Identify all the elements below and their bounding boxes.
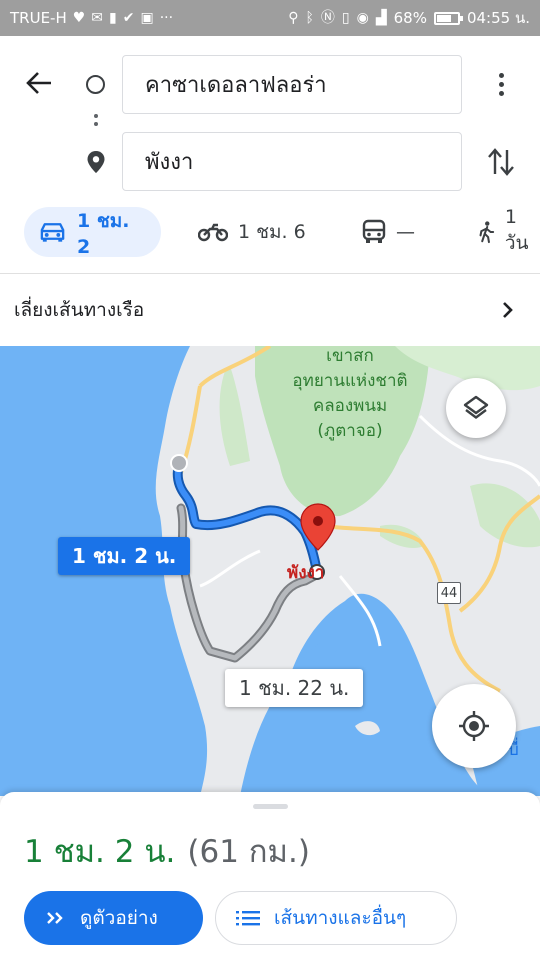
location-icon: ⚲ <box>288 10 299 26</box>
mode-car[interactable]: 1 ชม. 2 <box>24 207 161 258</box>
arrow-back-icon <box>26 72 51 94</box>
my-location-button[interactable] <box>432 684 516 768</box>
mode-walk[interactable]: 1 วัน <box>478 206 540 257</box>
destination-pin-icon <box>87 151 105 173</box>
park-label-line: อุทยานแห่งชาติ <box>292 371 408 391</box>
clock: 04:55 น. <box>466 9 530 27</box>
route-summary: 1 ชม. 2 น. (61 กม.) <box>24 826 310 876</box>
route-start-marker <box>170 454 188 472</box>
drag-handle[interactable] <box>253 804 288 809</box>
route-distance: (61 กม.) <box>187 834 310 870</box>
double-chevron-icon <box>47 912 63 924</box>
list-icon <box>236 911 260 926</box>
my-location-icon <box>459 711 489 741</box>
more-options-button[interactable] <box>488 66 514 102</box>
alt-route-time[interactable]: 1 ชม. 22 น. <box>225 669 364 707</box>
layers-icon <box>463 395 489 419</box>
route-connector-icon <box>94 114 98 132</box>
mode-transit-label: — <box>396 221 415 243</box>
walk-icon <box>479 221 495 244</box>
park-label: เขาสก อุทยานแห่งชาติ คลองพนม (ภูตาจอ) <box>270 346 430 444</box>
preview-button-label: ดูตัวอย่าง <box>80 907 158 929</box>
route-duration: 1 ชม. 2 น. <box>24 834 176 870</box>
nfc-icon: Ⓝ <box>320 10 335 26</box>
mode-motorcycle-label: 1 ชม. 6 <box>238 221 306 243</box>
preview-button[interactable]: ดูตัวอย่าง <box>24 891 203 945</box>
park-label-line: คลองพนม <box>312 396 388 416</box>
swap-icon[interactable] <box>486 146 516 178</box>
more-icon: ··· <box>159 10 174 26</box>
back-button[interactable] <box>22 66 56 100</box>
park-label-line: (ภูตาจอ) <box>317 421 383 441</box>
eye-icon: ◉ <box>356 10 369 26</box>
mail-icon: ✉ <box>91 10 104 26</box>
route-shield: 44 <box>437 582 461 604</box>
heart-monitor-icon: ♥ <box>72 10 86 26</box>
battery-level <box>436 14 451 22</box>
destination-field[interactable]: พังงา <box>122 132 462 191</box>
motorcycle-icon <box>198 223 228 242</box>
mode-motorcycle[interactable]: 1 ชม. 6 <box>198 207 306 257</box>
bluetooth-icon: ᛒ <box>305 10 314 26</box>
mode-walk-label: 1 วัน <box>504 206 529 254</box>
origin-icon <box>86 75 105 94</box>
origin-field[interactable]: คาซาเดอลาฟลอร่า <box>122 55 462 114</box>
map-view[interactable]: เขาสก อุทยานแห่งชาติ คลองพนม (ภูตาจอ) พั… <box>0 346 540 796</box>
signal-icon: ▟ <box>375 10 387 26</box>
mode-transit[interactable]: — <box>362 207 415 257</box>
carrier-label: TRUE-H <box>10 9 67 27</box>
divider <box>0 273 540 274</box>
chevron-right-icon <box>503 302 513 318</box>
battery-icon <box>433 11 463 25</box>
primary-route-time[interactable]: 1 ชม. 2 น. <box>58 537 191 575</box>
mode-car-label: 1 ชม. 2 <box>77 210 130 258</box>
avoid-ferries-label: เลี่ยงเส้นทางเรือ <box>14 299 145 321</box>
store-icon: ▣ <box>140 10 154 26</box>
steps-button[interactable]: เส้นทางและอื่นๆ <box>215 891 457 945</box>
route-summary-sheet[interactable]: 1 ชม. 2 น. (61 กม.) ดูตัวอย่าง เส้นทางแล… <box>0 792 540 960</box>
car-icon <box>40 223 65 242</box>
vibrate-icon: ▯ <box>341 10 350 26</box>
check-icon: ✔ <box>122 10 135 26</box>
layers-button[interactable] <box>446 378 506 438</box>
bus-icon <box>362 219 386 243</box>
battery-saver-icon: ▮ <box>109 10 117 26</box>
avoid-ferries-row[interactable]: เลี่ยงเส้นทางเรือ <box>0 275 540 345</box>
park-label-line: เขาสก <box>326 346 374 366</box>
steps-button-label: เส้นทางและอื่นๆ <box>274 907 407 929</box>
city-label: พังงา <box>287 563 325 583</box>
travel-mode-bar: 1 ชม. 2 1 ชม. 6 — 1 วัน <box>0 206 540 259</box>
status-bar: TRUE-H ♥ ✉ ▮ ✔ ▣ ··· ⚲ ᛒ Ⓝ ▯ ◉ ▟ 68% 04:… <box>0 0 540 36</box>
battery-percent: 68% <box>393 9 427 27</box>
